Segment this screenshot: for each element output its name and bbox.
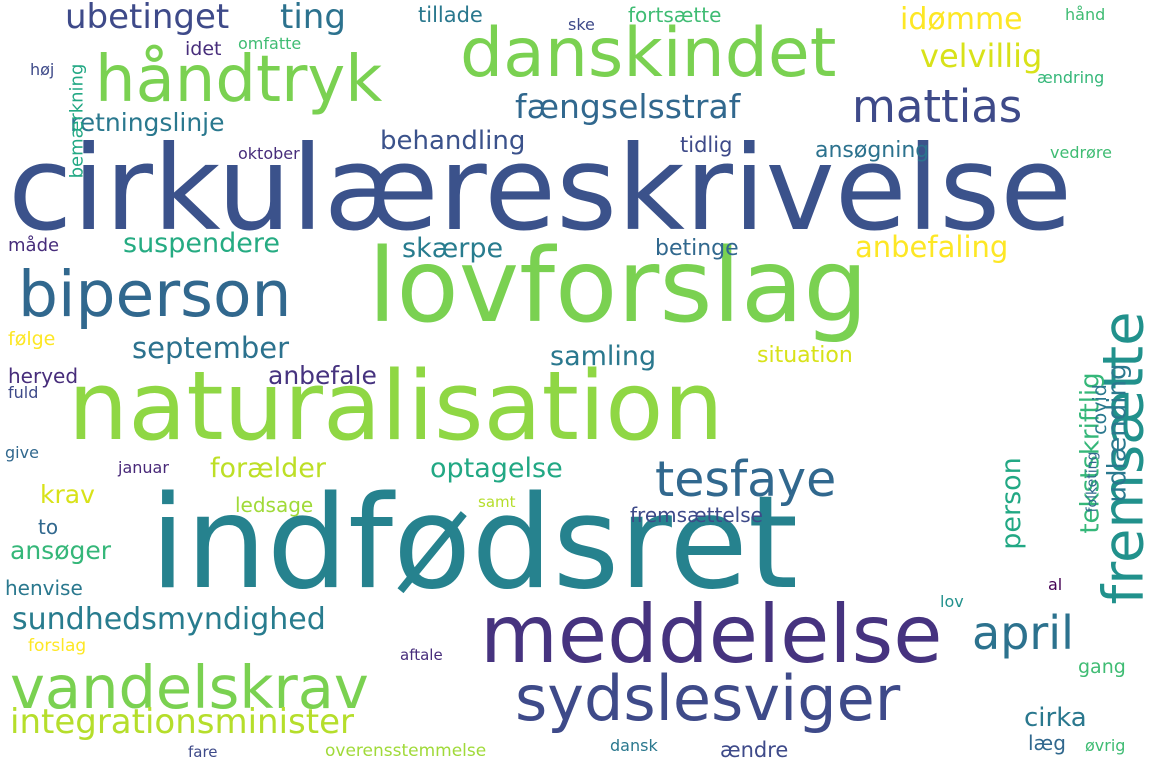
- word-sundhedsmyndighed: sundhedsmyndighed: [12, 602, 326, 637]
- word-henvise: henvise: [5, 576, 83, 600]
- word-anbefale: anbefale: [268, 361, 377, 390]
- word-ansoger: ansøger: [10, 536, 112, 565]
- word-person: person: [995, 457, 1027, 550]
- word-biperson: biperson: [18, 258, 292, 331]
- word-aendring: ændring: [1037, 68, 1105, 87]
- word-integrationsminister: integrationsminister: [10, 702, 354, 742]
- word-fuld: fuld: [8, 383, 39, 402]
- word-krav: krav: [40, 480, 95, 509]
- word-folketing: folketing: [1084, 451, 1101, 513]
- word-dansk: dansk: [610, 736, 658, 755]
- word-ubetinget: ubetinget: [65, 0, 230, 37]
- word-handtryk: håndtryk: [95, 43, 383, 117]
- word-mattias: mattias: [852, 80, 1023, 133]
- word-omfatte: omfatte: [238, 34, 302, 53]
- word-forslag: forslag: [28, 636, 87, 656]
- word-skaerpe: skærpe: [402, 233, 504, 264]
- word-ske: ske: [568, 15, 595, 34]
- word-september: september: [132, 331, 289, 365]
- word-idet: idet: [185, 38, 222, 60]
- word-hoj: høj: [30, 60, 55, 79]
- word-to: to: [38, 515, 59, 539]
- word-suspendere: suspendere: [123, 228, 280, 259]
- word-ovrig: øvrig: [1085, 736, 1126, 755]
- word-anbefaling: anbefaling: [855, 230, 1009, 264]
- word-retningslinje: retningslinje: [70, 108, 225, 137]
- word-optagelse: optagelse: [430, 453, 563, 484]
- word-vedrore: vedrøre: [1050, 143, 1112, 162]
- word-aendre: ændre: [720, 738, 789, 762]
- word-behandling: behandling: [380, 126, 526, 156]
- word-hand: hånd: [1065, 5, 1106, 24]
- word-gang: gang: [1078, 656, 1126, 678]
- word-danskindet: danskindet: [460, 14, 837, 93]
- word-cirka: cirka: [1024, 703, 1087, 733]
- word-folge: følge: [8, 328, 56, 350]
- word-tidlig: tidlig: [680, 133, 733, 157]
- word-samt: samt: [478, 493, 516, 511]
- word-covid: covid: [1088, 384, 1111, 435]
- word-betinge: betinge: [655, 236, 739, 261]
- word-cloud: cirkulæreskrivelse indfødsret lovforslag na…: [0, 0, 1155, 770]
- word-foraelder: forælder: [210, 453, 326, 484]
- word-fortsaette: fortsætte: [628, 3, 722, 27]
- word-situation: situation: [757, 343, 853, 368]
- word-naturalisation: naturalisation: [68, 352, 724, 462]
- word-sydslesviger: sydslesviger: [515, 662, 901, 735]
- word-bemaerkning: bemærkning: [66, 63, 88, 179]
- word-april: april: [972, 606, 1074, 660]
- word-fare: fare: [188, 743, 218, 761]
- word-oktober: oktober: [238, 144, 300, 163]
- word-velvillig: velvillig: [920, 37, 1043, 75]
- word-al: al: [1048, 575, 1063, 594]
- word-laeg: læg: [1028, 731, 1066, 755]
- word-idomme: idømme: [900, 2, 1023, 37]
- word-made: måde: [8, 235, 60, 256]
- word-ting: ting: [280, 0, 346, 37]
- word-ansogning: ansøgning: [815, 138, 930, 163]
- word-overensstemmelse: overensstemmelse: [325, 741, 487, 761]
- word-fremsaettelse: fremsættelse: [630, 503, 763, 527]
- word-faengselsstraf: fængselsstraf: [515, 87, 741, 126]
- word-samling: samling: [550, 341, 657, 372]
- word-tesfaye: tesfaye: [655, 451, 837, 508]
- word-lov: lov: [940, 592, 964, 611]
- word-januar: januar: [118, 458, 169, 477]
- word-ledsage: ledsage: [235, 493, 314, 517]
- word-give: give: [5, 443, 39, 462]
- word-aftale: aftale: [400, 646, 443, 664]
- word-tillade: tillade: [418, 3, 483, 27]
